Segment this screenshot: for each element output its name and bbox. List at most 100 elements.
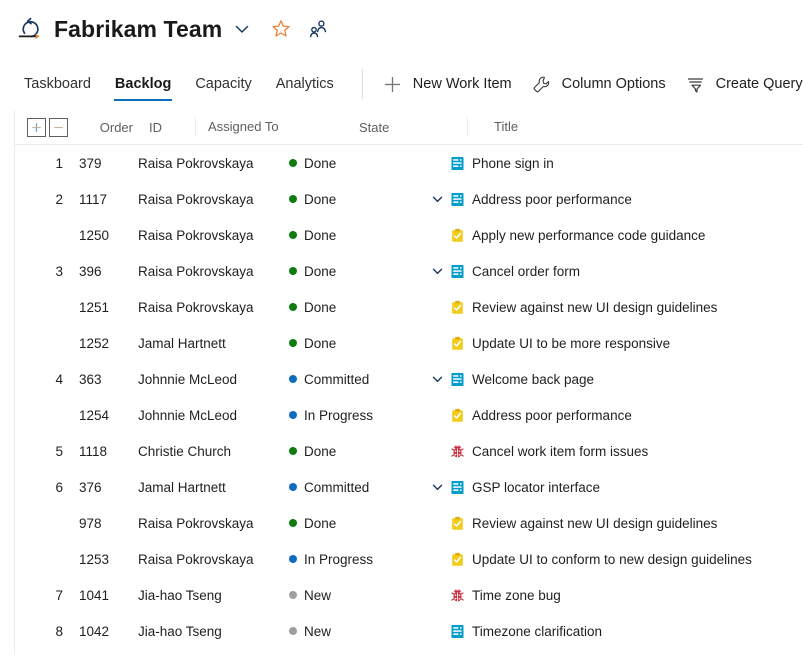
work-item-title[interactable]: Address poor performance	[472, 192, 632, 207]
table-row[interactable]: 3 396 Raisa Pokrovskaya Done Cancel order fo…	[15, 253, 803, 289]
table-row[interactable]: 2 1117 Raisa Pokrovskaya Done Address poor p…	[15, 181, 803, 217]
cell-state: New	[285, 588, 397, 603]
cell-state: In Progress	[285, 408, 397, 423]
state-dot	[289, 267, 297, 275]
cell-id[interactable]: 1041	[73, 588, 125, 603]
table-row[interactable]: 1252 Jamal Hartnett Done Update UI to be mo…	[15, 325, 803, 361]
work-item-title[interactable]: Apply new performance code guidance	[472, 228, 705, 243]
cell-assigned-to: Raisa Pokrovskaya	[138, 515, 254, 531]
cell-id[interactable]: 376	[73, 480, 125, 495]
state-label: Done	[304, 443, 337, 459]
state-label: New	[304, 587, 332, 603]
state-label: Done	[304, 515, 337, 531]
work-item-title[interactable]: Cancel order form	[472, 264, 580, 279]
table-row[interactable]: 6 376 Jamal Hartnett Committed GSP locator i…	[15, 469, 803, 505]
row-expand-toggle[interactable]	[424, 265, 450, 278]
bug-icon	[451, 444, 464, 457]
table-row[interactable]: 1 379 Raisa Pokrovskaya Done Phone sign in	[15, 145, 803, 181]
work-item-title[interactable]: Timezone clarification	[472, 624, 602, 639]
work-item-title[interactable]: Update UI to conform to new design guide…	[472, 552, 752, 567]
table-row[interactable]: 7 1041 Jia-hao Tseng New Time zone bug	[15, 577, 803, 613]
row-expand-toggle[interactable]	[424, 373, 450, 386]
table-row[interactable]: 1254 Johnnie McLeod In Progress Address poo…	[15, 397, 803, 433]
chevron-down-icon[interactable]	[431, 265, 444, 278]
cell-title: Welcome back page	[397, 372, 803, 387]
cell-assigned-to: Johnnie McLeod	[138, 371, 238, 387]
table-row[interactable]: 8 1042 Jia-hao Tseng New Timezone clarificat…	[15, 613, 803, 649]
collapse-all-button[interactable]	[49, 117, 68, 137]
cell-id[interactable]: 1254	[73, 408, 125, 423]
sprint-iteration-icon	[18, 17, 40, 40]
task-icon	[452, 408, 463, 422]
work-item-title[interactable]: Phone sign in	[472, 156, 554, 171]
cell-id[interactable]: 978	[73, 516, 125, 531]
cell-state: Committed	[285, 372, 397, 387]
cell-state: New	[285, 624, 397, 639]
column-options-button[interactable]: Column Options	[526, 58, 680, 110]
column-header-title[interactable]: Title	[467, 117, 803, 137]
cell-state: Done	[285, 444, 397, 459]
cell-id[interactable]: 1252	[73, 336, 125, 351]
cell-assigned-to: Jia-hao Tseng	[138, 587, 222, 603]
chevron-down-icon[interactable]	[431, 193, 444, 206]
expand-all-button[interactable]	[27, 117, 46, 137]
table-row[interactable]: 1250 Raisa Pokrovskaya Done Apply new perfo…	[15, 217, 803, 253]
work-item-title[interactable]: Update UI to be more responsive	[472, 336, 670, 351]
work-item-title[interactable]: Time zone bug	[472, 588, 561, 603]
work-item-title[interactable]: Address poor performance	[472, 408, 632, 423]
table-row[interactable]: 978 Raisa Pokrovskaya Done Review against n…	[15, 505, 803, 541]
state-dot	[289, 555, 297, 563]
star-outline-icon[interactable]	[271, 19, 291, 39]
cell-id[interactable]: 379	[73, 156, 125, 171]
cell-title: Apply new performance code guidance	[397, 228, 803, 243]
create-query-button[interactable]: Create Query	[680, 58, 803, 110]
tab-label: Taskboard	[24, 76, 91, 92]
state-label: Committed	[304, 479, 370, 495]
work-item-title[interactable]: Review against new UI design guidelines	[472, 516, 717, 531]
cell-id[interactable]: 1042	[73, 624, 125, 639]
page-title: Fabrikam Team	[54, 15, 223, 42]
tab-backlog[interactable]: Backlog	[103, 58, 183, 110]
work-item-title[interactable]: Review against new UI design guidelines	[472, 300, 717, 315]
chevron-down-icon[interactable]	[431, 373, 444, 386]
work-item-title[interactable]: Welcome back page	[472, 372, 594, 387]
cell-id[interactable]: 1118	[73, 444, 125, 459]
column-header-assigned-to[interactable]: Assigned To	[195, 117, 355, 137]
tab-capacity[interactable]: Capacity	[183, 58, 263, 110]
row-expand-toggle[interactable]	[424, 481, 450, 494]
cell-id[interactable]: 1253	[73, 552, 125, 567]
cell-state: In Progress	[285, 552, 397, 567]
minus-glyph-icon	[54, 126, 63, 128]
new-work-item-button[interactable]: New Work Item	[377, 58, 526, 110]
column-header-state[interactable]: State	[355, 120, 467, 135]
tab-label: Capacity	[195, 76, 252, 92]
cell-id[interactable]: 1251	[73, 300, 125, 315]
cell-order: 4	[55, 371, 63, 387]
work-item-title[interactable]: GSP locator interface	[472, 480, 600, 495]
cell-id[interactable]: 396	[73, 264, 125, 279]
work-item-title[interactable]: Cancel work item form issues	[472, 444, 648, 459]
command-label: Column Options	[561, 76, 666, 92]
chevron-down-icon[interactable]	[431, 481, 444, 494]
chevron-down-icon[interactable]	[233, 20, 251, 38]
row-expand-toggle[interactable]	[424, 193, 450, 206]
column-header-id[interactable]: ID	[143, 120, 195, 135]
cell-title: Cancel order form	[397, 264, 803, 279]
tab-analytics[interactable]: Analytics	[264, 58, 346, 110]
table-row[interactable]: 4 363 Johnnie McLeod Committed Welcome back …	[15, 361, 803, 397]
people-team-icon[interactable]	[308, 19, 328, 39]
cell-id[interactable]: 1117	[73, 192, 125, 207]
table-row[interactable]: 1251 Raisa Pokrovskaya Done Review against …	[15, 289, 803, 325]
bug-icon	[451, 588, 464, 601]
tab-taskboard[interactable]: Taskboard	[12, 58, 103, 110]
table-row[interactable]: 1253 Raisa Pokrovskaya In Progress Update U…	[15, 541, 803, 577]
cell-order: 3	[55, 263, 63, 279]
cell-state: Done	[285, 264, 397, 279]
cell-title: Address poor performance	[397, 192, 803, 207]
column-header-order[interactable]: Order	[85, 120, 143, 135]
cell-id[interactable]: 1250	[73, 228, 125, 243]
command-separator	[361, 69, 363, 99]
cell-assigned-to: Raisa Pokrovskaya	[138, 155, 254, 171]
table-row[interactable]: 5 1118 Christie Church Done Cancel work item…	[15, 433, 803, 469]
cell-id[interactable]: 363	[73, 372, 125, 387]
